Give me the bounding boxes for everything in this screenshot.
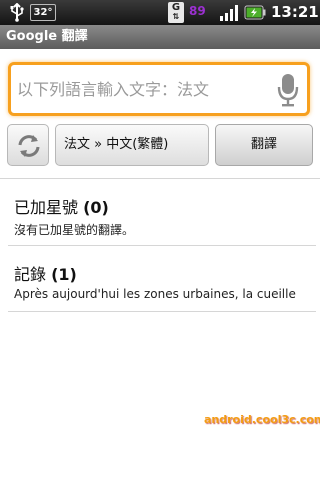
source-text-input[interactable]: [17, 75, 267, 103]
watermark: android.cool3c.com: [204, 413, 320, 426]
history-count: (1): [51, 265, 77, 284]
microphone-icon[interactable]: [277, 73, 299, 107]
starred-title: 已加星號: [14, 198, 79, 217]
divider: [0, 178, 320, 179]
history-title: 記錄: [14, 265, 47, 284]
language-pair-selector[interactable]: 法文 » 中文(繁體): [55, 124, 209, 166]
starred-section-header[interactable]: 已加星號 (0): [14, 194, 109, 218]
app-title: Google 翻譯: [6, 29, 88, 44]
divider: [8, 245, 316, 246]
history-entry[interactable]: Après aujourd'hui les zones urbaines, la…: [14, 287, 310, 301]
signal-icon: [220, 5, 238, 21]
sync-arrows-icon: ⇅: [172, 12, 180, 21]
starred-count: (0): [83, 198, 109, 217]
translate-button[interactable]: 翻譯: [215, 124, 313, 166]
divider: [8, 311, 316, 312]
percent-indicator: 89: [189, 4, 206, 18]
history-section-header[interactable]: 記錄 (1): [14, 261, 77, 285]
status-bar: 32° G ⇅ 89 13:21: [0, 0, 320, 25]
temperature-indicator: 32°: [30, 4, 56, 21]
starred-empty-message: 沒有已加星號的翻譯。: [14, 223, 135, 237]
battery-charging-icon: [244, 5, 266, 20]
usb-icon: [10, 3, 24, 22]
app-title-bar: Google 翻譯: [0, 25, 320, 49]
swap-languages-button[interactable]: [7, 124, 49, 166]
translation-input-box[interactable]: [8, 62, 310, 116]
swap-languages-icon: [18, 135, 40, 157]
clock: 13:21: [271, 3, 319, 21]
g-sync-icon: G ⇅: [168, 2, 184, 23]
